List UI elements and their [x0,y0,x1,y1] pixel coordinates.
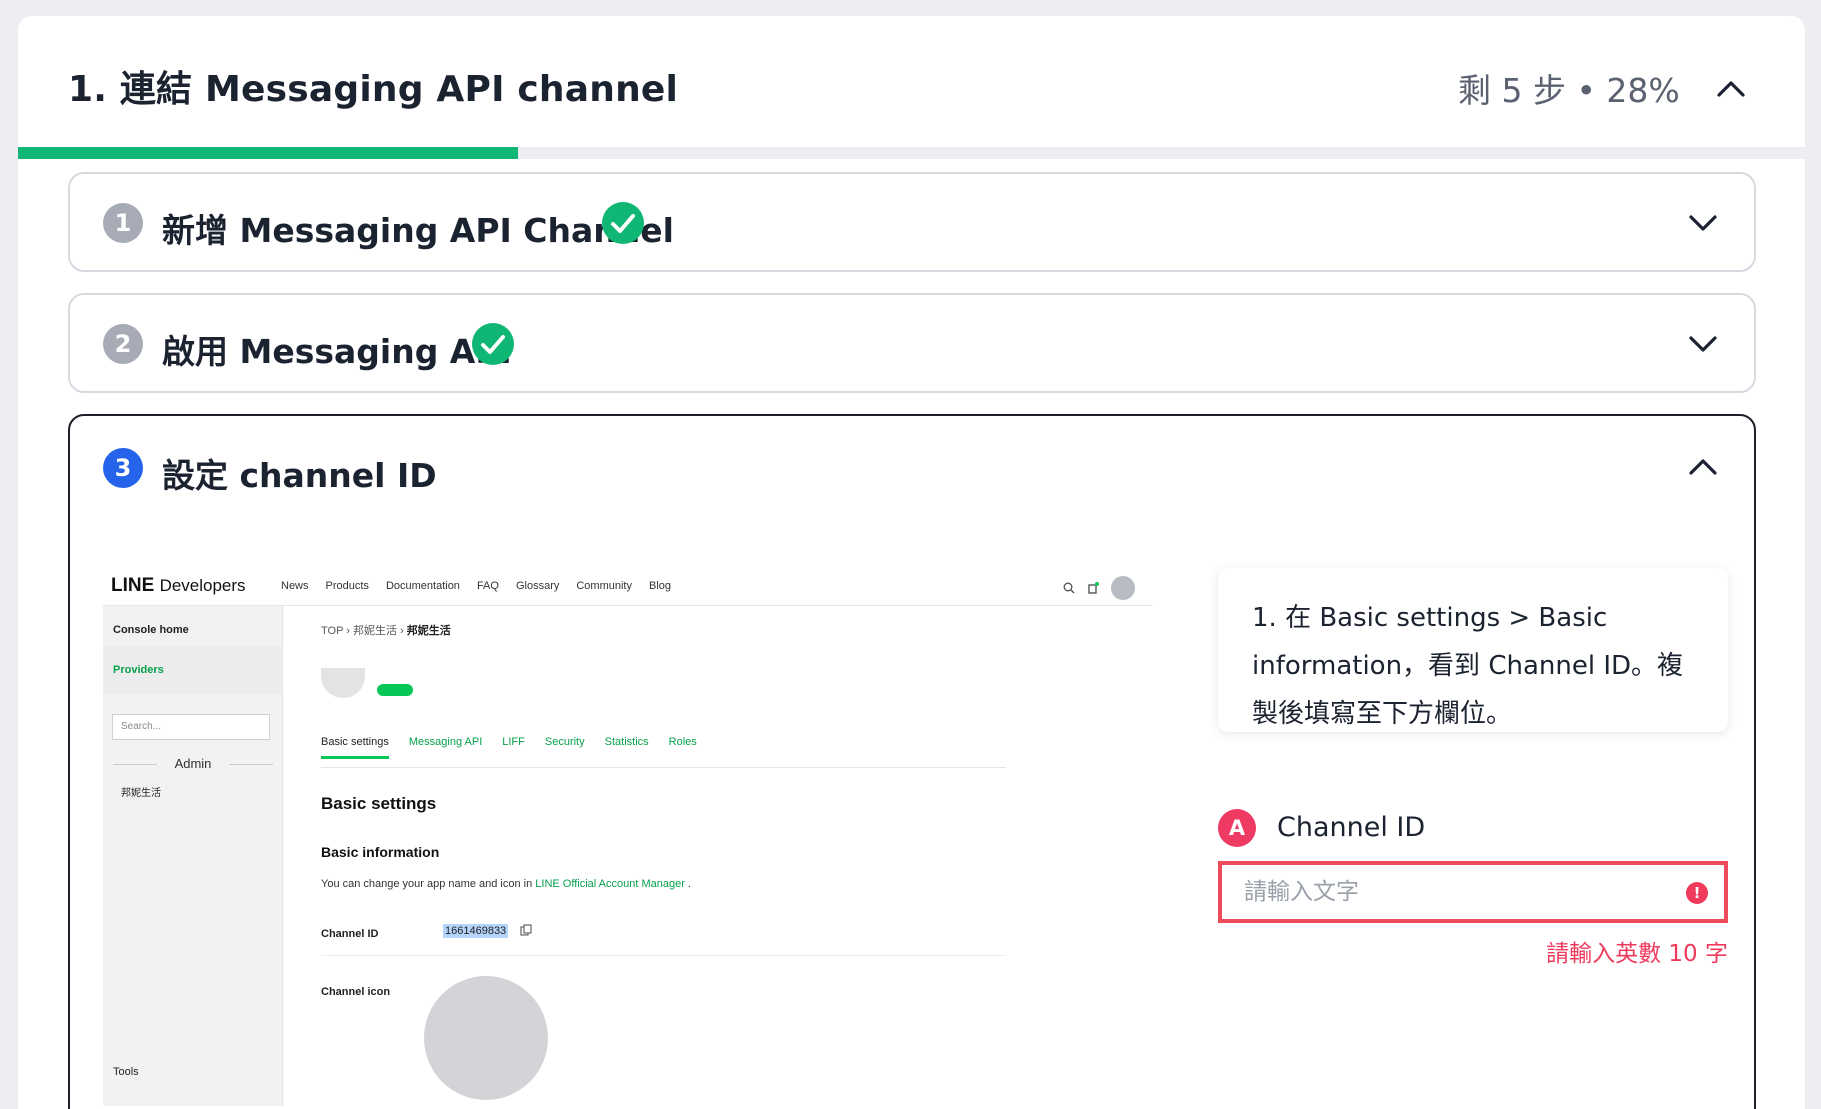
progress-bar [18,147,1805,159]
screenshot-tabs: Basic settings Messaging API LIFF Security S… [321,736,717,759]
channel-id-field-label: Channel ID [1277,812,1426,843]
section-header[interactable]: 1. 連結 Messaging API channel 剩 5 步 • 28% [18,16,1805,146]
divider [321,955,1006,956]
step-1-card[interactable]: 1 新增 Messaging API Channel [68,172,1756,272]
step-title: 新增 Messaging API Channel [162,211,674,250]
screenshot-nav-links: News Products Documentation FAQ Glossary Comm… [281,580,672,592]
screenshot-nav-icons [1063,576,1135,600]
channel-avatar [321,668,365,698]
sidebar-search: Search... [112,714,270,740]
tools-label: Tools [113,1066,139,1078]
section-title: 1. 連結 Messaging API channel [68,69,679,110]
channel-icon-label: Channel icon [321,986,391,998]
step-number-badge: 3 [103,448,143,488]
chevron-down-icon[interactable] [1688,208,1718,238]
channel-icon-placeholder [424,976,548,1100]
progress-bar-fill [18,147,519,159]
status-badge [377,684,413,696]
line-developers-logo: LINE Developers [111,575,246,596]
tutorial-screenshot: LINE Developers News Products Documentatio… [103,566,1153,1106]
check-circle-icon [472,323,514,365]
notification-icon [1088,582,1099,594]
step-number-badge: 1 [103,203,143,243]
console-home-label: Console home [113,624,189,636]
instruction-box: 1. 在 Basic settings > Basic information，… [1218,568,1728,732]
search-icon [1063,582,1075,594]
step-3-card: 3 設定 channel ID LINE Developers News Prod… [68,414,1756,1109]
step-number-badge: 2 [103,324,143,364]
error-icon: ! [1686,882,1708,904]
screenshot-info-text: You can change your app name and icon in… [321,878,691,890]
copy-icon [520,924,532,936]
screenshot-main: TOP › 邦妮生活 › 邦妮生活 Basic settings Messagin… [284,606,1153,1106]
progress-text: 剩 5 步 • 28% [1458,71,1680,110]
step-2-card[interactable]: 2 啟用 Messaging API [68,293,1756,393]
avatar [1111,576,1135,600]
channel-id-label: Channel ID [321,928,379,940]
step-title: 設定 channel ID [162,456,437,495]
field-badge: A [1218,809,1256,847]
channel-id-value: 1661469833 [443,924,509,938]
screenshot-navbar: LINE Developers News Products Documentatio… [103,566,1153,606]
chevron-up-icon[interactable] [1716,74,1746,104]
provider-item: 邦妮生活 [121,788,161,799]
screenshot-sidebar: Console home Providers Search... Admin 邦… [103,606,283,1106]
channel-id-input-wrapper: ! [1218,861,1728,923]
breadcrumb: TOP › 邦妮生活 › 邦妮生活 [321,625,451,637]
screenshot-heading: Basic settings [321,794,437,813]
check-circle-icon [602,202,644,244]
admin-divider: Admin [103,756,283,771]
step-title: 啟用 Messaging API [162,332,512,371]
error-message: 請輸入英數 10 字 [1546,941,1728,967]
chevron-up-icon[interactable] [1688,452,1718,482]
screenshot-subheading: Basic information [321,844,440,860]
providers-label: Providers [113,664,164,676]
channel-id-input[interactable] [1222,865,1724,919]
setup-card: 1. 連結 Messaging API channel 剩 5 步 • 28% … [18,16,1805,1109]
chevron-down-icon[interactable] [1688,329,1718,359]
tab-divider [321,767,1006,768]
